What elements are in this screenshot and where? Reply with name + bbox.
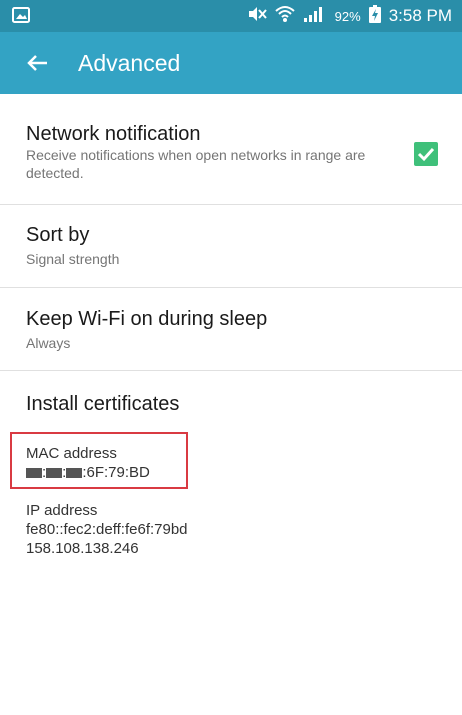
app-bar: Advanced [0, 32, 462, 94]
network-notification-summary: Receive notifications when open networks… [26, 147, 366, 181]
battery-percent: 92% [334, 8, 361, 24]
wifi-icon [274, 5, 295, 28]
battery-charging-icon [368, 4, 381, 28]
network-notification-title: Network notification [26, 123, 201, 145]
checkmark-icon [417, 147, 435, 162]
keep-wifi-title: Keep Wi-Fi on during sleep [26, 308, 268, 330]
redacted-block [46, 467, 63, 478]
page-title: Advanced [78, 50, 181, 76]
mac-address-info: MAC address : : :6F:79:BD [0, 444, 462, 488]
screen: 92% 3:58 PM Advanced Network notificatio… [0, 0, 462, 715]
ipv6-address: fe80::fec2:deff:fe6f:79bd [26, 521, 188, 538]
redacted-block [26, 467, 42, 478]
mute-icon [247, 6, 267, 27]
network-notification-setting[interactable]: Network notification Receive notificatio… [0, 94, 462, 204]
sort-by-title: Sort by [26, 224, 90, 246]
clock: 3:58 PM [388, 6, 452, 25]
keep-wifi-value: Always [26, 335, 71, 351]
network-notification-checkbox[interactable] [414, 142, 438, 166]
sort-by-value: Signal strength [26, 251, 120, 267]
ip-address-info: IP address fe80::fec2:deff:fe6f:79bd 158… [0, 501, 462, 565]
status-icons: 92% 3:58 PM [247, 0, 452, 32]
ip-address-label: IP address [26, 502, 98, 519]
redacted-block [66, 467, 83, 478]
status-bar: 92% 3:58 PM [0, 0, 462, 32]
ipv4-address: 158.108.138.246 [26, 540, 139, 557]
mac-address-label: MAC address [26, 445, 117, 462]
install-certificates-title: Install certificates [26, 393, 180, 415]
gallery-icon [12, 7, 30, 23]
keep-wifi-setting[interactable]: Keep Wi-Fi on during sleep Always [0, 288, 462, 370]
mac-address-value: : : :6F:79:BD [26, 463, 462, 482]
mac-visible-suffix: :6F:79:BD [82, 464, 150, 481]
sort-by-setting[interactable]: Sort by Signal strength [0, 205, 462, 287]
arrow-left-icon[interactable] [26, 51, 50, 75]
signal-icon [303, 6, 323, 27]
install-certificates-setting[interactable]: Install certificates [0, 371, 462, 427]
